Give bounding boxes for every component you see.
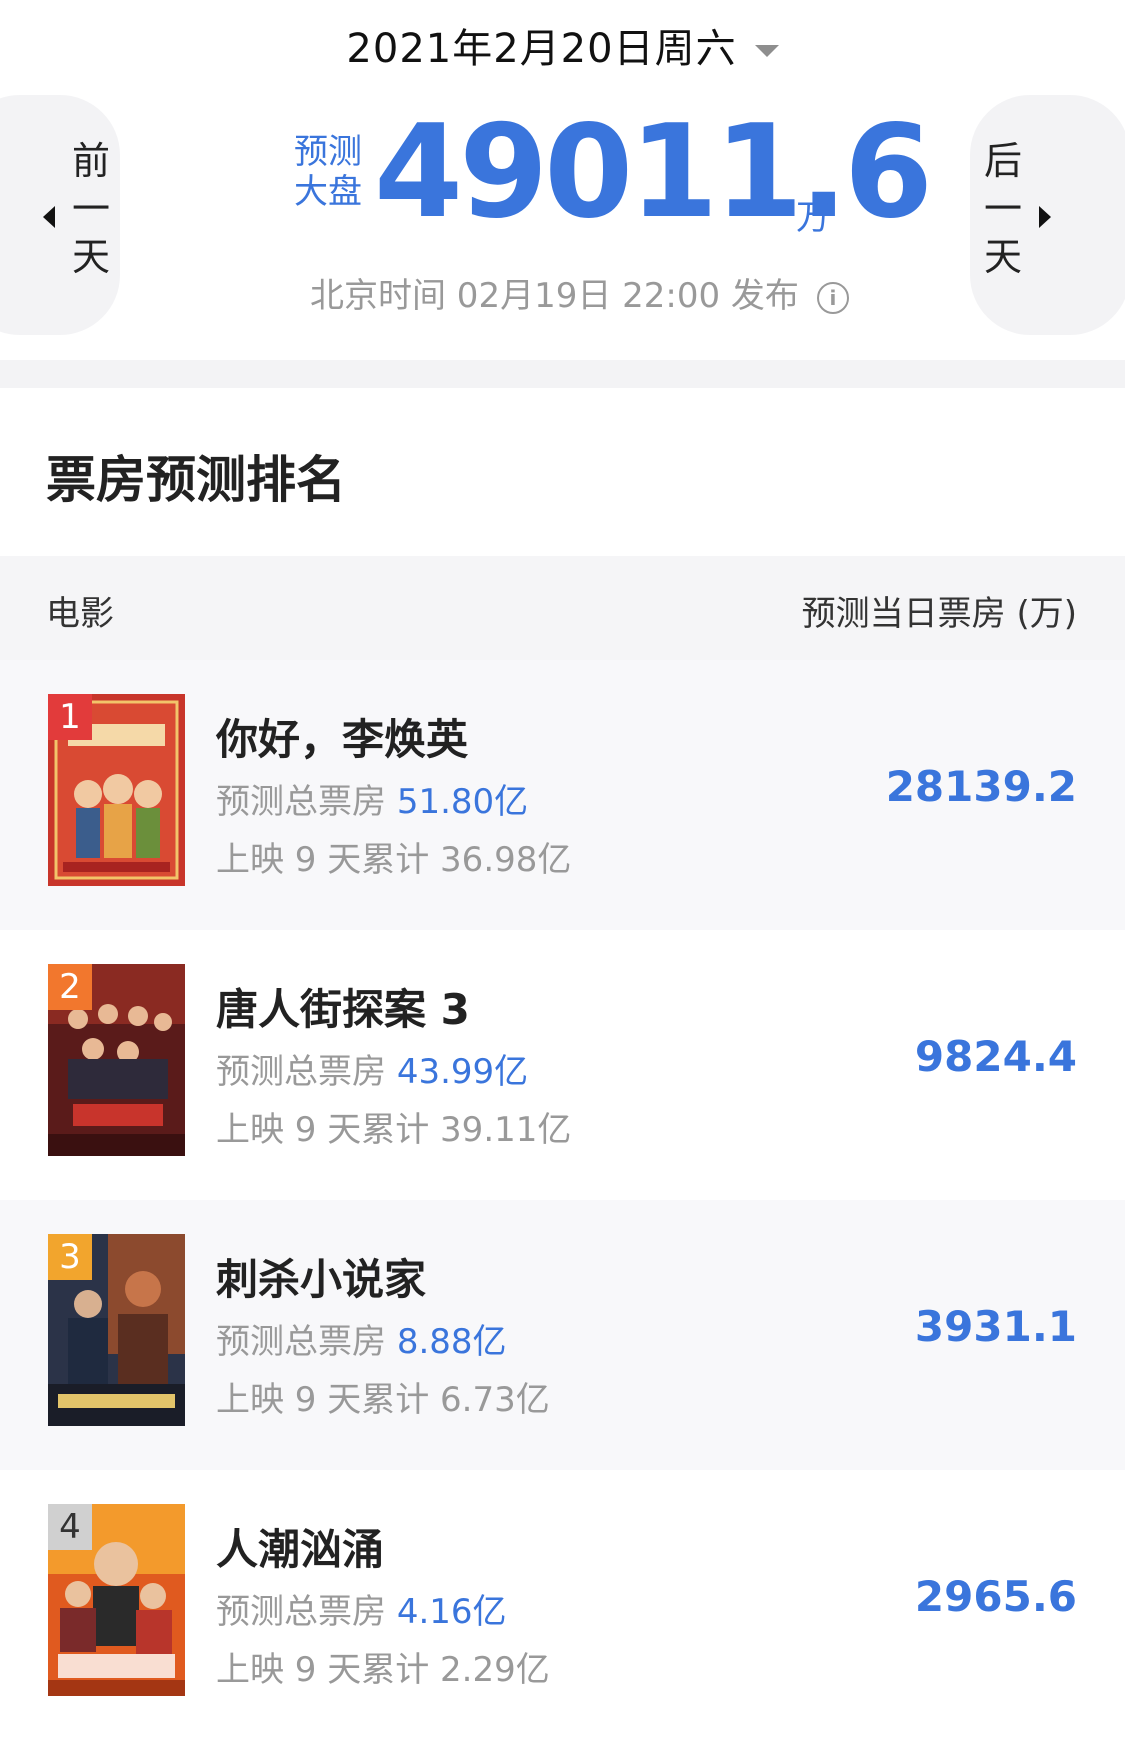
date-selector[interactable]: 2021年2月20日周六	[0, 16, 1125, 74]
movie-title: 你好，李焕英	[216, 715, 469, 764]
forecast-daily-value: 3931.1	[914, 1302, 1077, 1351]
predicted-total: 预测总票房 43.99亿	[216, 1052, 529, 1092]
forecast-header: 2021年2月20日周六 前 一 天 后 一 天 预测 大盘 49011.6 万…	[0, 0, 1125, 360]
forecast-daily-value: 9824.4	[914, 1032, 1077, 1081]
column-movie: 电影	[46, 594, 114, 634]
cumulative-total: 上映 9 天累计 6.73亿	[216, 1380, 550, 1420]
predicted-total: 预测总票房 51.80亿	[216, 782, 529, 822]
movie-poster: 3	[48, 1234, 185, 1426]
movie-row[interactable]: 1 你好，李焕英 预测总票房 51.80亿 上映 9 天累计 36.98亿 28…	[0, 660, 1125, 930]
predicted-total: 预测总票房 8.88亿	[216, 1322, 507, 1362]
next-day-label: 后 一 天	[983, 139, 1022, 279]
movie-poster: 2	[48, 964, 185, 1156]
next-day-button[interactable]: 后 一 天	[970, 95, 1125, 335]
movie-row[interactable]: 2 唐人街探案 3 预测总票房 43.99亿 上映 9 天累计 39.11亿 9…	[0, 930, 1125, 1200]
section-divider	[0, 360, 1125, 388]
rank-badge: 1	[48, 694, 92, 740]
rank-badge: 4	[48, 1504, 92, 1550]
prev-day-label: 前 一 天	[71, 139, 110, 279]
forecast-daily-value: 2965.6	[914, 1572, 1077, 1621]
predicted-total: 预测总票房 4.16亿	[216, 1592, 507, 1632]
dropdown-caret-icon	[754, 45, 779, 57]
cumulative-total: 上映 9 天累计 39.11亿	[216, 1110, 572, 1150]
movie-poster: 1	[48, 694, 185, 886]
movie-poster: 4	[48, 1504, 185, 1696]
movie-row[interactable]: 4 人潮汹涌 预测总票房 4.16亿 上映 9 天累计 2.29亿 2965.6	[0, 1470, 1125, 1740]
cumulative-total: 上映 9 天累计 2.29亿	[216, 1650, 550, 1690]
section-title: 票房预测排名	[46, 451, 346, 509]
info-icon[interactable]: i	[816, 281, 849, 314]
prev-day-button[interactable]: 前 一 天	[0, 95, 120, 335]
rank-badge: 3	[48, 1234, 92, 1280]
publish-time: 北京时间 02月19日 22:00 发布 i	[310, 268, 849, 317]
column-forecast-value: 预测当日票房 (万)	[801, 594, 1077, 634]
movie-title: 唐人街探案 3	[216, 985, 470, 1034]
movie-row[interactable]: 3 刺杀小说家 预测总票房 8.88亿 上映 9 天累计 6.73亿 3931.…	[0, 1200, 1125, 1470]
chevron-right-icon	[1039, 206, 1051, 228]
cumulative-total: 上映 9 天累计 36.98亿	[216, 840, 572, 880]
rank-badge: 2	[48, 964, 92, 1010]
movie-title: 刺杀小说家	[216, 1255, 427, 1304]
date-label: 2021年2月20日周六	[346, 26, 737, 72]
movie-title: 人潮汹涌	[216, 1525, 385, 1574]
table-header: 电影 预测当日票房 (万)	[0, 556, 1125, 660]
forecast-label: 预测 大盘	[294, 132, 362, 212]
forecast-unit: 万	[796, 198, 830, 238]
chevron-left-icon	[43, 206, 55, 228]
forecast-daily-value: 28139.2	[885, 762, 1077, 811]
forecast-value: 49011.6	[374, 98, 933, 247]
